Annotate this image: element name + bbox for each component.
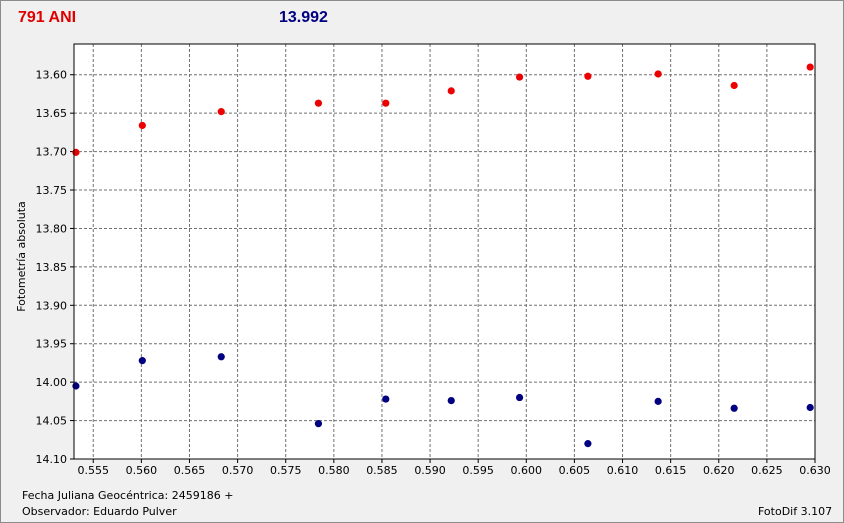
variable-star-point: [314, 99, 323, 107]
x-tick-label: 0.630: [799, 464, 831, 477]
observer-label: Observador: Eduardo Pulver: [22, 505, 177, 518]
variable-star-point: [72, 148, 80, 156]
x-tick-label: 0.600: [511, 464, 543, 477]
y-tick-label: 13.85: [36, 261, 68, 274]
variable-star-point: [730, 81, 738, 90]
comparison-star-point: [382, 395, 390, 403]
comparison-star-point: [72, 382, 80, 390]
y-tick-label: 14.00: [36, 376, 68, 389]
x-tick-label: 0.565: [174, 464, 206, 477]
y-axis-label: Fotometría absoluta: [15, 201, 28, 312]
comparison-star-point: [584, 440, 592, 448]
y-tick-label: 14.10: [36, 453, 68, 466]
x-tick-label: 0.575: [270, 464, 302, 477]
x-tick-label: 0.590: [414, 464, 446, 477]
julian-date-label: Fecha Juliana Geocéntrica: 2459186 +: [22, 489, 234, 502]
variable-star-point: [584, 72, 592, 80]
x-tick-label: 0.605: [559, 464, 591, 477]
x-tick-label: 0.555: [77, 464, 109, 477]
x-tick-label: 0.585: [366, 464, 398, 477]
x-tick-label: 0.560: [126, 464, 158, 477]
y-tick-label: 13.75: [36, 184, 68, 197]
x-tick-label: 0.580: [318, 464, 350, 477]
comparison-star-point: [654, 397, 662, 405]
variable-star-point: [217, 108, 225, 116]
comparison-star-point: [447, 396, 455, 405]
comparison-star-point: [515, 393, 524, 402]
y-tick-label: 13.95: [36, 338, 68, 351]
x-tick-label: 0.595: [462, 464, 494, 477]
x-tick-label: 0.620: [703, 464, 735, 477]
variable-star-point: [654, 70, 662, 78]
software-label: FotoDif 3.107: [758, 505, 833, 518]
variable-star-point: [515, 73, 524, 81]
comparison-star-point: [314, 420, 323, 428]
x-tick-label: 0.625: [751, 464, 783, 477]
variable-star-point: [447, 87, 455, 95]
comparison-star-point: [806, 403, 814, 412]
scatter-chart: 0.555 0.560 0.565 0.570 0.575 0.580 0.585 0.590…: [15, 43, 831, 477]
y-tick-label: 13.60: [36, 69, 68, 82]
y-tick-label: 13.70: [36, 146, 68, 159]
y-tick-label: 13.90: [36, 299, 68, 312]
y-axis: 13.60 13.65 13.70 13.75 13.80 13.85 13.90 13.95…: [36, 69, 74, 466]
y-tick-label: 13.80: [36, 222, 68, 235]
plot-area: [74, 44, 815, 459]
variable-star-point: [138, 121, 146, 130]
x-tick-label: 0.615: [655, 464, 687, 477]
variable-star-point: [806, 63, 814, 71]
x-tick-label: 0.570: [222, 464, 254, 477]
comparison-star-point: [730, 404, 738, 412]
comparison-star-point: [217, 353, 225, 361]
variable-star-point: [382, 99, 390, 107]
y-tick-label: 13.65: [36, 107, 68, 120]
y-tick-label: 14.05: [36, 415, 68, 428]
comparison-star-point: [138, 357, 146, 365]
x-tick-label: 0.610: [607, 464, 639, 477]
x-axis: 0.555 0.560 0.565 0.570 0.575 0.580 0.585 0.590…: [77, 459, 831, 477]
